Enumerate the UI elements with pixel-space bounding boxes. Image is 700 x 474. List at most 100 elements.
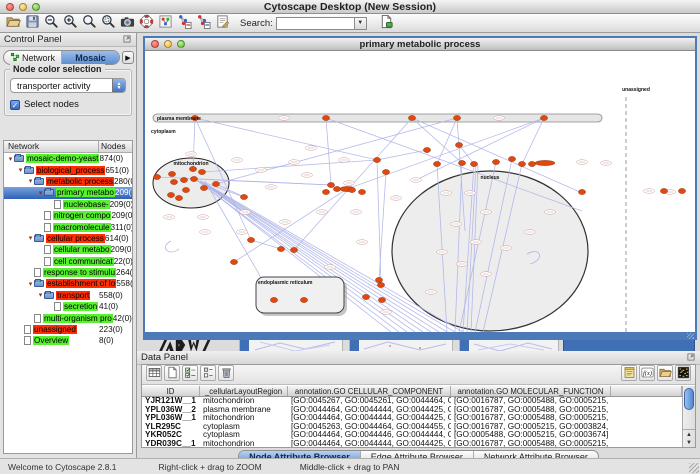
- tree-row[interactable]: ▾ cellular process 614(0): [4, 233, 132, 244]
- table-row[interactable]: YKR052Ccytoplasm[GO:0044464, GO:0044446,…: [142, 431, 682, 440]
- window-resize-grip[interactable]: [687, 333, 694, 339]
- status-pan-hint: Middle-click + drag to PAN: [300, 462, 400, 472]
- tree-row-count: 280(0): [114, 177, 133, 186]
- tree-row[interactable]: multi-organism pro 42(0): [4, 312, 132, 323]
- open-icon[interactable]: [5, 13, 22, 30]
- table-row[interactable]: YJR121W__1mitochondrion[GO:0045267, GO:0…: [142, 397, 682, 406]
- tree-row[interactable]: nitrogen compo 209(0): [4, 210, 132, 221]
- annotation-icon[interactable]: [214, 13, 231, 30]
- disclosure-triangle-icon[interactable]: ▾: [17, 166, 24, 174]
- open-attr-file-icon[interactable]: [657, 365, 673, 381]
- scroll-up-icon[interactable]: ▲: [686, 431, 692, 439]
- tree-row[interactable]: cellular metabo 209(0): [4, 244, 132, 255]
- tree-row[interactable]: Overview 8(0): [4, 335, 132, 346]
- table-cell: [GO:0016787, GO:0005488, GO:0005215, G..…: [451, 440, 611, 447]
- tree-row-count: 264(0): [116, 268, 133, 277]
- table-cell: cytoplasm: [200, 431, 288, 440]
- disclosure-triangle-icon[interactable]: ▾: [27, 177, 34, 185]
- tab-mosaic[interactable]: Mosaic: [62, 51, 119, 64]
- status-zoom-hint: Right-click + drag to ZOOM: [159, 462, 262, 472]
- tree-row[interactable]: response to stimulu 264(0): [4, 267, 132, 278]
- network-canvas[interactable]: plasma membranecytoplasmmitochondrionnuc…: [145, 51, 695, 332]
- select-nodes-checkbox[interactable]: ✓: [10, 100, 20, 110]
- tree-row[interactable]: nucleobase- 209(0): [4, 199, 132, 210]
- node-color-combobox[interactable]: transporter activity ▲▼: [10, 78, 126, 93]
- tree-row[interactable]: ▾ transport 558(0): [4, 290, 132, 301]
- column-header[interactable]: _cellularLayoutRegion: [200, 386, 288, 396]
- table-icon[interactable]: [146, 365, 162, 381]
- zoom-fit-icon[interactable]: [81, 13, 98, 30]
- tree-row[interactable]: cell communicat 22(0): [4, 256, 132, 267]
- attribute-file-icon[interactable]: [378, 13, 395, 30]
- edit-network-blue-icon[interactable]: [176, 13, 193, 30]
- unselect-attributes-icon[interactable]: [200, 365, 216, 381]
- network-window-titlebar[interactable]: primary metabolic process: [145, 38, 695, 51]
- tree-row[interactable]: secretion 41(0): [4, 301, 132, 312]
- tree-row[interactable]: unassigned 223(0): [4, 324, 132, 335]
- snapshot-icon[interactable]: [119, 13, 136, 30]
- matrix-icon[interactable]: [675, 365, 691, 381]
- tree-row[interactable]: ▾ metabolic process 280(0): [4, 176, 132, 187]
- search-input[interactable]: [276, 17, 354, 30]
- tree-row[interactable]: macromolecule 311(0): [4, 221, 132, 232]
- tree-row[interactable]: ▾ establishment of lo 558(0): [4, 278, 132, 289]
- tab-network[interactable]: Network: [4, 51, 62, 64]
- help-icon[interactable]: [138, 13, 155, 30]
- page-icon: [44, 245, 51, 254]
- scroll-down-icon[interactable]: ▼: [686, 439, 692, 447]
- formula-icon[interactable]: f(x): [639, 365, 655, 381]
- tree-row-label: cellular metabo: [53, 245, 111, 254]
- tree-header-network[interactable]: Network: [4, 141, 98, 152]
- table-row[interactable]: YPL036W__2plasma membrane[GO:0044464, GO…: [142, 406, 682, 415]
- column-header-filler: [611, 386, 682, 396]
- tree-row-label: macromolecule: [53, 223, 111, 232]
- search-dropdown-icon[interactable]: ▼: [354, 17, 367, 30]
- delete-attribute-icon[interactable]: [218, 365, 234, 381]
- folder-icon: [44, 292, 54, 299]
- table-cell: YLR295C: [142, 423, 200, 432]
- table-row[interactable]: YDR039C__1mitochondrion[GO:0044464, GO:0…: [142, 440, 682, 447]
- group-legend: Node color selection: [10, 64, 105, 74]
- control-panel: Control Panel Network Mosaic ▶ Node colo…: [0, 33, 137, 458]
- data-panel: Data Panel f(x) ID_cellularLayoutRegiona…: [137, 351, 700, 458]
- scrollbar-thumb[interactable]: [684, 388, 694, 410]
- zoom-out-icon[interactable]: [43, 13, 60, 30]
- attribute-table[interactable]: ID_cellularLayoutRegionannotation.GO CEL…: [142, 386, 682, 447]
- attribute-toolbar: f(x): [142, 365, 695, 385]
- network-window-title: primary metabolic process: [145, 39, 695, 50]
- column-header[interactable]: annotation.GO CELLULAR_COMPONENT: [288, 386, 451, 396]
- tree-row[interactable]: ▾ biological_process 651(0): [4, 164, 132, 175]
- tree-row[interactable]: ▾ mosaic-demo-yeast 874(0): [4, 153, 132, 164]
- table-row[interactable]: YLR295Ccytoplasm[GO:0045263, GO:0044464,…: [142, 423, 682, 432]
- tree-row-label: multi-organism pro: [43, 314, 113, 323]
- combobox-stepper-icon[interactable]: ▲▼: [112, 79, 125, 92]
- edit-network-red-icon[interactable]: [195, 13, 212, 30]
- float-panel-icon[interactable]: [122, 31, 132, 49]
- table-scrollbar[interactable]: ▲ ▼: [682, 386, 695, 447]
- select-attributes-icon[interactable]: [182, 365, 198, 381]
- disclosure-triangle-icon[interactable]: ▾: [37, 291, 44, 299]
- tree-header-nodes[interactable]: Nodes: [98, 141, 132, 152]
- status-bar: Welcome to Cytoscape 2.8.1 Right-click +…: [0, 458, 700, 474]
- zoom-selected-icon[interactable]: [100, 13, 117, 30]
- notepad-icon[interactable]: [621, 365, 637, 381]
- disclosure-triangle-icon[interactable]: ▾: [37, 189, 44, 197]
- tree-row-label: metabolic process: [46, 177, 114, 186]
- disclosure-triangle-icon[interactable]: ▾: [27, 234, 34, 242]
- vizmapper-icon[interactable]: [157, 13, 174, 30]
- page-icon: [24, 336, 31, 345]
- disclosure-triangle-icon[interactable]: ▾: [7, 155, 14, 163]
- tree-row[interactable]: ▾ primary metabo 209(...: [4, 187, 132, 198]
- page-icon: [54, 302, 61, 311]
- new-attribute-icon[interactable]: [164, 365, 180, 381]
- column-header[interactable]: ID: [142, 386, 200, 396]
- page-icon: [34, 268, 41, 277]
- page-icon: [44, 223, 51, 232]
- zoom-in-icon[interactable]: [62, 13, 79, 30]
- disclosure-triangle-icon[interactable]: ▾: [27, 280, 34, 288]
- app-resize-grip[interactable]: [689, 463, 699, 473]
- more-tabs-button[interactable]: ▶: [122, 51, 134, 64]
- save-icon[interactable]: [24, 13, 41, 30]
- table-row[interactable]: YPL036W__1mitochondrion[GO:0044464, GO:0…: [142, 414, 682, 423]
- column-header[interactable]: annotation.GO MOLECULAR_FUNCTION: [451, 386, 611, 396]
